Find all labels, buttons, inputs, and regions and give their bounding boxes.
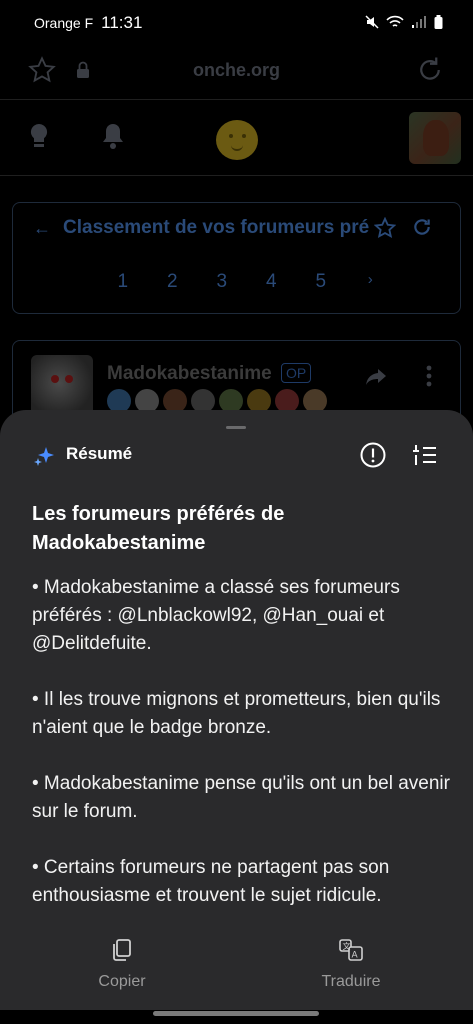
summary-title: Les forumeurs préférés de Madokabestanim… (32, 503, 285, 554)
next-page-icon[interactable]: › (346, 271, 396, 293)
translate-icon: A文 (338, 939, 364, 966)
home-indicator[interactable] (153, 1011, 319, 1016)
summary-bullet: • Madokabestanime pense qu'ils ont un be… (32, 773, 450, 822)
translate-label: Traduire (321, 973, 381, 990)
refresh-icon[interactable] (412, 217, 432, 242)
sparkle-icon (34, 445, 56, 472)
favorite-star-icon[interactable] (373, 216, 397, 244)
url-field[interactable]: onche.org (0, 60, 473, 81)
status-icons (365, 15, 443, 32)
ranking-title[interactable]: Classement de vos forumeurs pré (63, 217, 371, 239)
back-arrow-icon[interactable]: ← (33, 218, 51, 239)
carrier-name: Orange F (34, 15, 94, 31)
summary-bullet: • Madokabestanime a classé ses forumeurs… (32, 577, 400, 654)
pagination: 1 2 3 4 5 › (98, 271, 395, 293)
sheet-drag-handle[interactable] (226, 426, 246, 429)
reload-icon[interactable] (415, 55, 445, 90)
mute-icon (365, 15, 379, 32)
ranking-header: ← Classement de vos forumeurs pré (33, 215, 446, 241)
translate-button[interactable]: A文 Traduire (300, 938, 402, 991)
summary-bullet: • Certains forumeurs ne partagent pas so… (32, 857, 390, 906)
svg-text:文: 文 (343, 941, 351, 951)
status-bar: Orange F 11:31 (0, 0, 473, 46)
battery-icon (434, 15, 443, 32)
page-link-5[interactable]: 5 (296, 271, 346, 293)
smiley-icon[interactable] (216, 120, 258, 160)
post-author-name[interactable]: Madokabestanime (107, 363, 272, 385)
bell-icon[interactable] (101, 122, 125, 155)
page-link-4[interactable]: 4 (247, 271, 297, 293)
lightbulb-icon[interactable] (28, 122, 50, 155)
ranking-card: ← Classement de vos forumeurs pré 1 2 3 … (12, 202, 461, 314)
copy-icon (111, 939, 133, 966)
wifi-icon (386, 15, 404, 32)
browser-address-bar: onche.org (0, 46, 473, 100)
share-icon[interactable] (364, 367, 388, 392)
more-options-icon[interactable] (426, 365, 432, 392)
signal-icon (411, 15, 427, 32)
op-badge: OP (281, 363, 312, 383)
svg-text:A: A (352, 951, 359, 961)
sheet-label: Résumé (66, 444, 133, 463)
summary-body: • Madokabestanime a classé ses forumeurs… (32, 574, 450, 938)
copy-button[interactable]: Copier (72, 938, 172, 991)
settings-list-icon[interactable] (412, 442, 438, 473)
site-toolbar (0, 100, 473, 176)
post-author-avatar[interactable] (31, 355, 93, 417)
clock: 11:31 (101, 13, 143, 32)
info-alert-icon[interactable] (359, 441, 387, 474)
page-link-1[interactable]: 1 (98, 271, 148, 293)
page-link-2[interactable]: 2 (148, 271, 198, 293)
page-link-3[interactable]: 3 (197, 271, 247, 293)
summary-bullet: • Il les trouve mignons et prometteurs, … (32, 689, 441, 738)
summary-sheet: Résumé Les forumeurs préférés de Madokab… (0, 410, 473, 1010)
copy-label: Copier (98, 973, 146, 990)
user-avatar[interactable] (409, 112, 461, 164)
